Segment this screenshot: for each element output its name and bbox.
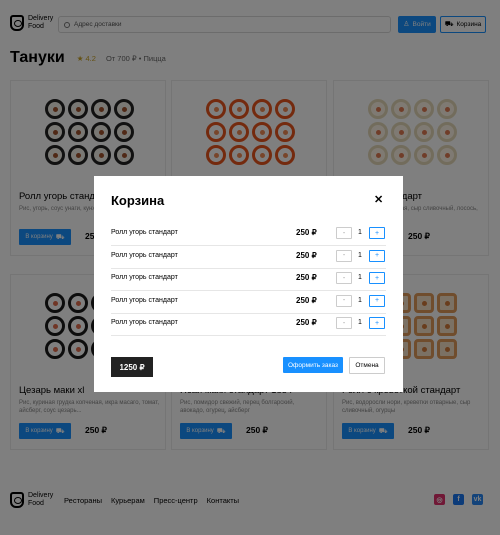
modal-title: Корзина: [111, 193, 165, 208]
decrease-quantity-button[interactable]: -: [336, 317, 352, 330]
cart-item: Ролл угорь стандарт 250 ₽ -1 +: [111, 224, 386, 246]
item-quantity: 1: [358, 274, 362, 282]
cart-item-name: Ролл угорь стандарт: [111, 251, 178, 259]
cancel-button[interactable]: Отмена: [349, 357, 385, 374]
decrease-quantity-button[interactable]: -: [336, 249, 352, 262]
cart-item-name: Ролл угорь стандарт: [111, 229, 178, 236]
increase-quantity-button[interactable]: +: [369, 294, 385, 307]
item-quantity: 1: [358, 296, 362, 304]
cart-item: Ролл угорь стандарт 250 ₽ -1 +: [111, 292, 386, 314]
cart-item: Ролл угорь стандарт 250 ₽ -1 +: [111, 247, 386, 269]
cart-item-price: 250 ₽: [296, 273, 317, 283]
increase-quantity-button[interactable]: +: [369, 227, 385, 239]
checkout-button[interactable]: Оформить заказ: [283, 357, 343, 373]
cart-item-name: Ролл угорь стандарт: [111, 274, 178, 282]
item-quantity: 1: [358, 251, 362, 259]
cart-item-price: 250 ₽: [296, 318, 317, 328]
cart-item: Ролл угорь стандарт 250 ₽ -1 +: [111, 314, 386, 337]
cart-total: 1250 ₽: [111, 357, 153, 377]
cart-item-price: 250 ₽: [296, 228, 317, 237]
cart-modal: Корзина ✕ Ролл угорь стандарт 250 ₽ -1 + Рол…: [94, 176, 403, 392]
increase-quantity-button[interactable]: +: [369, 249, 385, 262]
decrease-quantity-button[interactable]: -: [336, 272, 352, 285]
cart-item: Ролл угорь стандарт 250 ₽ -1 +: [111, 269, 386, 292]
cart-item-name: Ролл угорь стандарт: [111, 319, 178, 327]
increase-quantity-button[interactable]: +: [369, 317, 385, 330]
decrease-quantity-button[interactable]: -: [336, 227, 352, 239]
close-icon[interactable]: ✕: [374, 195, 383, 206]
item-quantity: 1: [358, 319, 362, 327]
increase-quantity-button[interactable]: +: [369, 272, 385, 285]
decrease-quantity-button[interactable]: -: [336, 294, 352, 307]
item-quantity: 1: [358, 229, 362, 236]
cart-item-name: Ролл угорь стандарт: [111, 296, 178, 304]
cart-item-price: 250 ₽: [296, 250, 317, 260]
cart-item-price: 250 ₽: [296, 295, 317, 305]
